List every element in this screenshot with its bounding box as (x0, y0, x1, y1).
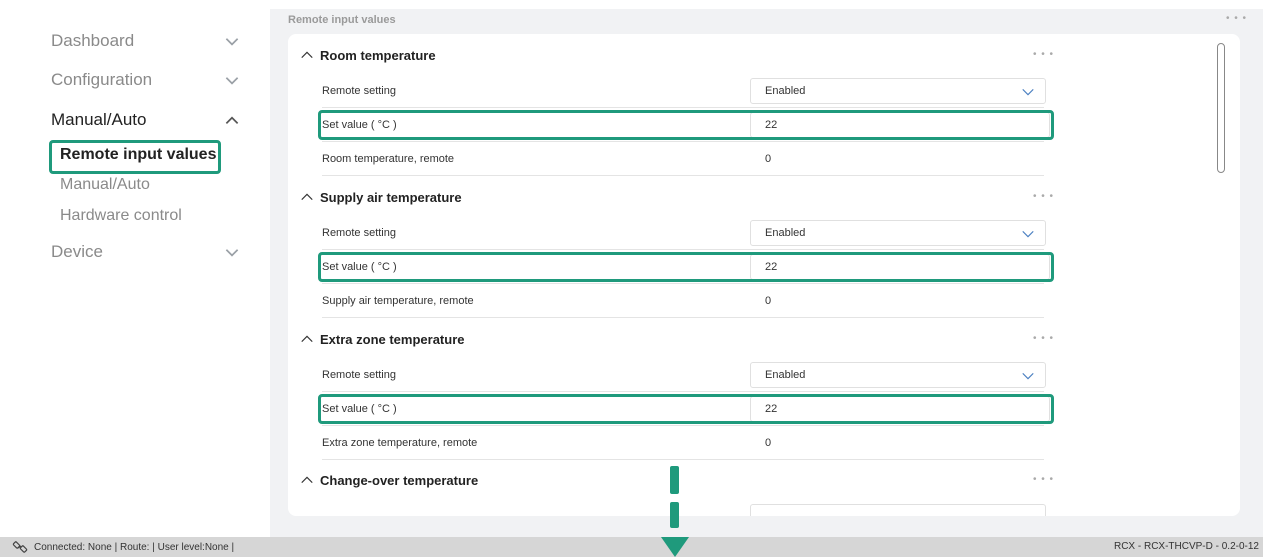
section-title: Room temperature (320, 47, 436, 63)
row-set-value: Set value ( °C ) (322, 250, 1050, 284)
nav-dashboard-label: Dashboard (51, 31, 135, 50)
more-icon[interactable]: • • • (1033, 333, 1054, 344)
row-set-value: Set value ( °C ) (322, 108, 1050, 142)
remote-setting-select[interactable]: Enabled (750, 78, 1046, 104)
row-label: Remote setting (322, 368, 396, 381)
subnav-hardware-control[interactable]: Hardware control (60, 207, 182, 225)
more-icon[interactable]: • • • (1033, 49, 1054, 60)
section-title: Extra zone temperature (320, 331, 465, 347)
set-value-input[interactable] (750, 396, 1050, 422)
chevron-down-icon (225, 249, 239, 257)
chevron-up-icon (225, 116, 239, 124)
row-label: Set value ( °C ) (322, 118, 397, 131)
row-label: Remote setting (322, 226, 396, 239)
chevron-up-icon (301, 476, 313, 484)
section-supply-air-temperature[interactable]: Supply air temperature (300, 186, 1060, 208)
more-icon[interactable]: • • • (1226, 13, 1247, 24)
row-label: Remote setting (322, 84, 396, 97)
chevron-down-icon (225, 38, 239, 46)
row-remote-setting: Remote setting Enabled (322, 358, 1046, 392)
chevron-down-icon (1022, 88, 1034, 96)
more-icon[interactable]: • • • (1033, 191, 1054, 202)
nav-device[interactable]: Device (51, 242, 241, 262)
subnav-remote-input-values[interactable]: Remote input values (60, 146, 216, 164)
arrow-down-icon (661, 537, 689, 557)
nav-manual-auto[interactable]: Manual/Auto (51, 110, 241, 130)
row-set-value: Set value ( °C ) (322, 392, 1050, 426)
set-value-input[interactable] (750, 112, 1050, 138)
nav-configuration-label: Configuration (51, 70, 153, 89)
row-remote-setting: Remote setting Enabled (322, 74, 1046, 108)
nav-manual-auto-label: Manual/Auto (51, 110, 147, 129)
section-room-temperature[interactable]: Room temperature (300, 44, 1060, 66)
row-label: Set value ( °C ) (322, 260, 397, 273)
row-remote-reading: Extra zone temperature, remote 0 (322, 426, 1044, 460)
subnav-manual-auto[interactable]: Manual/Auto (60, 176, 150, 194)
section-extra-zone-temperature[interactable]: Extra zone temperature (300, 328, 1060, 350)
nav-configuration[interactable]: Configuration (51, 70, 241, 90)
select-value: Enabled (765, 227, 806, 239)
row-remote-setting: Remote setting Enabled (322, 216, 1046, 250)
sidebar: Dashboard Configuration Manual/Auto Remo… (0, 0, 270, 537)
settings-panel: Room temperature • • • Remote setting En… (288, 34, 1240, 516)
row-label: Extra zone temperature, remote (322, 436, 478, 449)
set-value-input[interactable] (750, 254, 1050, 280)
row-value: 0 (765, 436, 772, 449)
main-area: Remote input values • • • Room temperatu… (270, 9, 1263, 537)
nav-device-label: Device (51, 242, 103, 261)
connection-icon (12, 541, 28, 553)
section-title: Supply air temperature (320, 189, 462, 205)
row-remote-reading: Room temperature, remote 0 (322, 142, 1044, 176)
chevron-down-icon (225, 77, 239, 85)
chevron-up-icon (301, 335, 313, 343)
row-value: 0 (765, 294, 772, 307)
section-title: Change-over temperature (320, 472, 479, 488)
nav-dashboard[interactable]: Dashboard (51, 31, 241, 51)
status-bar: Connected: None | Route: | User level:No… (0, 537, 1263, 557)
remote-setting-select[interactable]: Enabled (750, 220, 1046, 246)
device-info: RCX - RCX-THCVP-D - 0.2-0-12 (1113, 541, 1259, 552)
row-value: 0 (765, 152, 772, 165)
chevron-up-icon (301, 193, 313, 201)
arrow-dash (670, 466, 679, 494)
status-text: Connected: None | Route: | User level:No… (34, 541, 235, 553)
row-label: Room temperature, remote (322, 152, 455, 165)
chevron-down-icon (1022, 372, 1034, 380)
chevron-down-icon (1022, 230, 1034, 238)
row-label: Set value ( °C ) (322, 402, 397, 415)
remote-setting-select[interactable] (750, 504, 1046, 516)
arrow-dash (670, 502, 679, 528)
section-change-over-temperature[interactable]: Change-over temperature (300, 469, 1060, 491)
chevron-up-icon (301, 51, 313, 59)
page-title: Remote input values (288, 14, 396, 26)
more-icon[interactable]: • • • (1033, 474, 1054, 485)
select-value: Enabled (765, 85, 806, 97)
row-remote-reading: Supply air temperature, remote 0 (322, 284, 1044, 318)
remote-setting-select[interactable]: Enabled (750, 362, 1046, 388)
select-value: Enabled (765, 369, 806, 381)
scrollbar[interactable] (1217, 43, 1225, 173)
row-label: Supply air temperature, remote (322, 294, 474, 307)
